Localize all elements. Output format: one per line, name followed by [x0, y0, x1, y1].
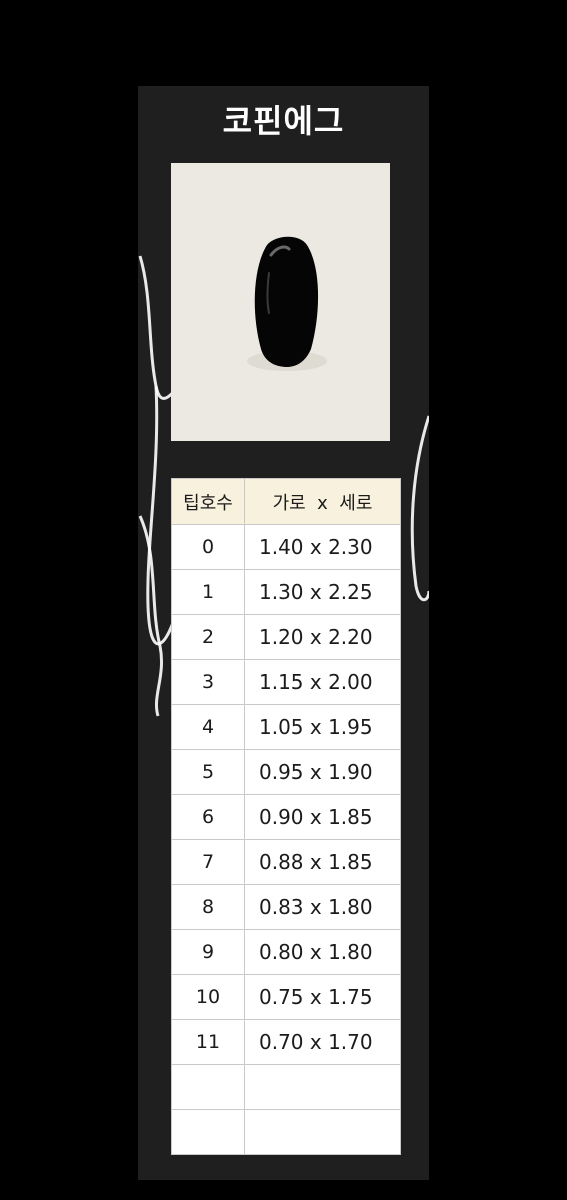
table-row: 1 1.30 x 2.25 — [171, 569, 401, 615]
table-row: 6 0.90 x 1.85 — [171, 794, 401, 840]
tip-number-cell: 1 — [171, 569, 245, 615]
size-cell: 0.88 x 1.85 — [244, 839, 401, 885]
page-title: 코핀에그 — [222, 102, 345, 140]
size-cell: 1.05 x 1.95 — [244, 704, 401, 750]
table-row: 5 0.95 x 1.90 — [171, 749, 401, 795]
table-row — [171, 1064, 401, 1110]
tip-number-cell — [171, 1109, 245, 1155]
tip-number-cell: 8 — [171, 884, 245, 930]
table-row: 2 1.20 x 2.20 — [171, 614, 401, 660]
size-cell — [244, 1064, 401, 1110]
header-tip-number: 팁호수 — [171, 478, 245, 525]
table-row: 10 0.75 x 1.75 — [171, 974, 401, 1020]
size-cell: 0.95 x 1.90 — [244, 749, 401, 795]
nail-size-table: 팁호수 가로 x 세로 0 1.40 x 2.30 1 1.30 x 2.25 2 1.2… — [171, 478, 401, 1155]
size-cell: 0.90 x 1.85 — [244, 794, 401, 840]
size-cell: 1.15 x 2.00 — [244, 659, 401, 705]
size-cell: 1.40 x 2.30 — [244, 524, 401, 570]
header-width-x-height: 가로 x 세로 — [244, 478, 401, 525]
table-row: 4 1.05 x 1.95 — [171, 704, 401, 750]
tip-number-cell: 3 — [171, 659, 245, 705]
tip-number-cell: 4 — [171, 704, 245, 750]
size-cell: 1.20 x 2.20 — [244, 614, 401, 660]
table-row: 11 0.70 x 1.70 — [171, 1019, 401, 1065]
table-header-row: 팁호수 가로 x 세로 — [171, 478, 401, 525]
tip-number-cell: 11 — [171, 1019, 245, 1065]
tip-number-cell: 2 — [171, 614, 245, 660]
tip-number-cell: 10 — [171, 974, 245, 1020]
size-cell: 0.83 x 1.80 — [244, 884, 401, 930]
tip-number-cell: 6 — [171, 794, 245, 840]
tip-number-cell: 0 — [171, 524, 245, 570]
size-cell — [244, 1109, 401, 1155]
size-chart-panel: 코핀에그 팁호수 가로 x 세로 0 1.40 x 2.30 1 1.30 x 2.2… — [138, 86, 429, 1180]
table-row: 0 1.40 x 2.30 — [171, 524, 401, 570]
tip-number-cell: 5 — [171, 749, 245, 795]
size-cell: 1.30 x 2.25 — [244, 569, 401, 615]
table-row: 3 1.15 x 2.00 — [171, 659, 401, 705]
table-row: 9 0.80 x 1.80 — [171, 929, 401, 975]
table-row — [171, 1109, 401, 1155]
size-cell: 0.80 x 1.80 — [244, 929, 401, 975]
nail-tip-photo — [171, 163, 390, 441]
tip-number-cell: 7 — [171, 839, 245, 885]
size-cell: 0.70 x 1.70 — [244, 1019, 401, 1065]
table-row: 7 0.88 x 1.85 — [171, 839, 401, 885]
tip-number-cell — [171, 1064, 245, 1110]
size-cell: 0.75 x 1.75 — [244, 974, 401, 1020]
table-row: 8 0.83 x 1.80 — [171, 884, 401, 930]
tip-number-cell: 9 — [171, 929, 245, 975]
